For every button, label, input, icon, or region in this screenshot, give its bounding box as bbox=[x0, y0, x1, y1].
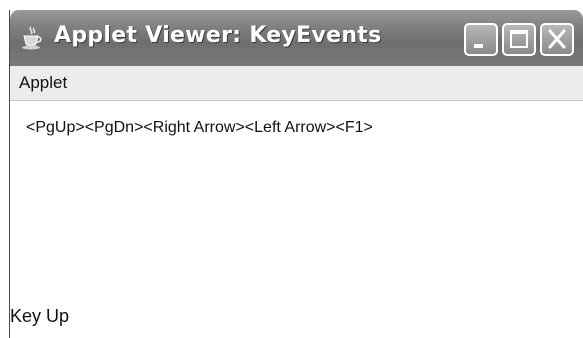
minimize-icon bbox=[474, 44, 483, 48]
maximize-icon bbox=[510, 30, 528, 48]
status-message: Key Up bbox=[10, 306, 70, 326]
menu-applet[interactable]: Applet bbox=[19, 73, 67, 93]
close-button[interactable] bbox=[540, 23, 574, 56]
menu-bar: Applet bbox=[10, 66, 583, 101]
title-bar[interactable]: Applet Viewer: KeyEvents bbox=[10, 10, 583, 66]
java-cup-icon[interactable] bbox=[20, 25, 44, 51]
minimize-button[interactable] bbox=[464, 23, 498, 56]
maximize-button[interactable] bbox=[502, 23, 536, 56]
window-title: Applet Viewer: KeyEvents bbox=[54, 23, 382, 48]
key-events-log: <PgUp><PgDn><Right Arrow><Left Arrow><F1… bbox=[26, 119, 373, 136]
close-icon bbox=[548, 29, 566, 49]
applet-content-area[interactable]: <PgUp><PgDn><Right Arrow><Left Arrow><F1… bbox=[10, 101, 583, 338]
applet-viewer-window: Applet Viewer: KeyEvents Applet <PgUp><P… bbox=[9, 10, 583, 338]
